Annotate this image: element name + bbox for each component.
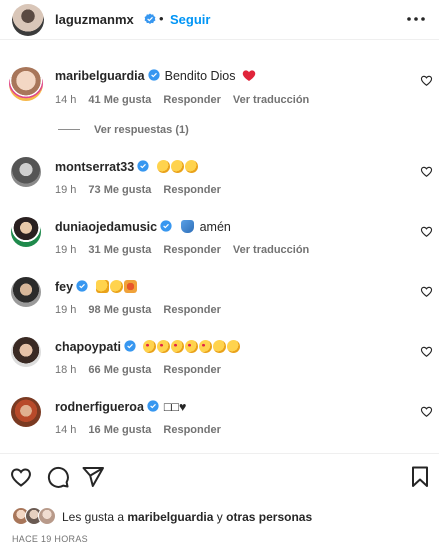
- comment-username[interactable]: rodnerfigueroa: [55, 400, 144, 414]
- comment-bubble-icon[interactable]: [46, 465, 70, 489]
- like-heart-icon[interactable]: [420, 405, 433, 418]
- heart-eyes-emoji-icon: [157, 340, 171, 353]
- comment-time: 14 h: [55, 94, 77, 106]
- post-header: laguzmanmx • Seguir: [0, 0, 439, 40]
- post-action-bar: [0, 465, 439, 493]
- post-timestamp: HACE 19 HORAS: [12, 534, 88, 544]
- comment-likes[interactable]: 16 Me gusta: [88, 424, 151, 436]
- comment-username[interactable]: montserrat33: [55, 160, 134, 174]
- comment-username[interactable]: fey: [55, 280, 73, 294]
- heart-eyes-emoji-icon: [143, 340, 157, 353]
- reply-button[interactable]: Responder: [163, 364, 220, 376]
- comment-avatar[interactable]: [9, 67, 43, 101]
- comment-likes[interactable]: 98 Me gusta: [88, 304, 151, 316]
- header-separator: •: [159, 11, 164, 26]
- reply-button[interactable]: Responder: [163, 244, 220, 256]
- reply-button[interactable]: Responder: [163, 184, 220, 196]
- raising-hands-emoji-icon: [95, 280, 109, 293]
- likes-middle: y: [216, 510, 223, 524]
- heart-eyes-emoji-icon: [171, 340, 185, 353]
- comment-text: amén: [199, 220, 231, 234]
- clapping-hands-emoji-icon: [227, 340, 241, 353]
- like-heart-icon[interactable]: [9, 465, 33, 489]
- likes-others-link[interactable]: otras personas: [226, 510, 312, 524]
- author-username[interactable]: laguzmanmx: [55, 12, 134, 27]
- comment-avatar[interactable]: [11, 337, 41, 367]
- comment-text: Bendito Dios: [164, 69, 236, 83]
- verified-badge-icon: [148, 69, 160, 81]
- clapping-hands-emoji-icon: [184, 160, 198, 173]
- author-avatar[interactable]: [12, 4, 44, 36]
- view-replies-label: Ver respuestas (1): [94, 124, 189, 136]
- verified-badge-icon: [144, 13, 156, 24]
- like-heart-icon[interactable]: [420, 74, 433, 87]
- comment-username[interactable]: maribelguardia: [55, 69, 145, 83]
- follow-button[interactable]: Seguir: [170, 12, 210, 27]
- folded-hands-emoji-icon: [180, 220, 194, 233]
- reply-button[interactable]: Responder: [163, 304, 220, 316]
- reply-button[interactable]: Responder: [163, 94, 220, 106]
- save-bookmark-icon[interactable]: [408, 465, 432, 489]
- replies-rule: [58, 129, 80, 130]
- comment-time: 19 h: [55, 184, 77, 196]
- comment-avatar[interactable]: [11, 277, 41, 307]
- clapping-hands-emoji-icon: [213, 340, 227, 353]
- clapping-hands-emoji-icon: [109, 280, 123, 293]
- like-heart-icon[interactable]: [420, 165, 433, 178]
- comment-likes[interactable]: 31 Me gusta: [88, 244, 151, 256]
- likes-summary: Les gusta a maribelguardia y otras perso…: [12, 507, 432, 527]
- likes-prefix: Les gusta a: [62, 510, 125, 524]
- translate-button[interactable]: Ver traducción: [233, 244, 309, 256]
- likes-user-link[interactable]: maribelguardia: [127, 510, 213, 524]
- comment-likes[interactable]: 73 Me gusta: [88, 184, 151, 196]
- comment-time: 14 h: [55, 424, 77, 436]
- reply-button[interactable]: Responder: [163, 424, 220, 436]
- heart-eyes-emoji-icon: [185, 340, 199, 353]
- share-paper-plane-icon[interactable]: [81, 465, 105, 489]
- like-heart-icon[interactable]: [420, 285, 433, 298]
- verified-badge-icon: [160, 220, 172, 232]
- comment-time: 18 h: [55, 364, 77, 376]
- liker-avatar: [38, 507, 56, 525]
- translate-button[interactable]: Ver traducción: [233, 94, 309, 106]
- like-heart-icon[interactable]: [420, 225, 433, 238]
- verified-badge-icon: [124, 340, 136, 352]
- verified-badge-icon: [147, 400, 159, 412]
- comment-time: 19 h: [55, 304, 77, 316]
- like-heart-icon[interactable]: [420, 345, 433, 358]
- comment-likes[interactable]: 66 Me gusta: [88, 364, 151, 376]
- likes-text: Les gusta a maribelguardia y otras perso…: [62, 510, 312, 524]
- clapping-hands-emoji-icon: [156, 160, 170, 173]
- comment-avatar[interactable]: [11, 217, 41, 247]
- comment-time: 19 h: [55, 244, 77, 256]
- comment-username[interactable]: chapoypati: [55, 340, 121, 354]
- verified-badge-icon: [137, 160, 149, 172]
- verified-badge-icon: [76, 280, 88, 292]
- comment-username[interactable]: duniaojedamusic: [55, 220, 157, 234]
- collision-emoji-icon: [123, 280, 137, 293]
- heart-eyes-emoji-icon: [199, 340, 213, 353]
- comment-likes[interactable]: 41 Me gusta: [88, 94, 151, 106]
- view-replies-button[interactable]: Ver respuestas (1): [58, 124, 189, 136]
- comment-avatar[interactable]: [11, 397, 41, 427]
- clapping-hands-emoji-icon: [170, 160, 184, 173]
- comment-text: □□♥: [163, 400, 187, 414]
- more-options-icon[interactable]: [405, 8, 427, 30]
- comment-avatar[interactable]: [11, 157, 41, 187]
- red-heart-emoji-icon: [242, 70, 256, 81]
- actions-divider: [0, 453, 439, 454]
